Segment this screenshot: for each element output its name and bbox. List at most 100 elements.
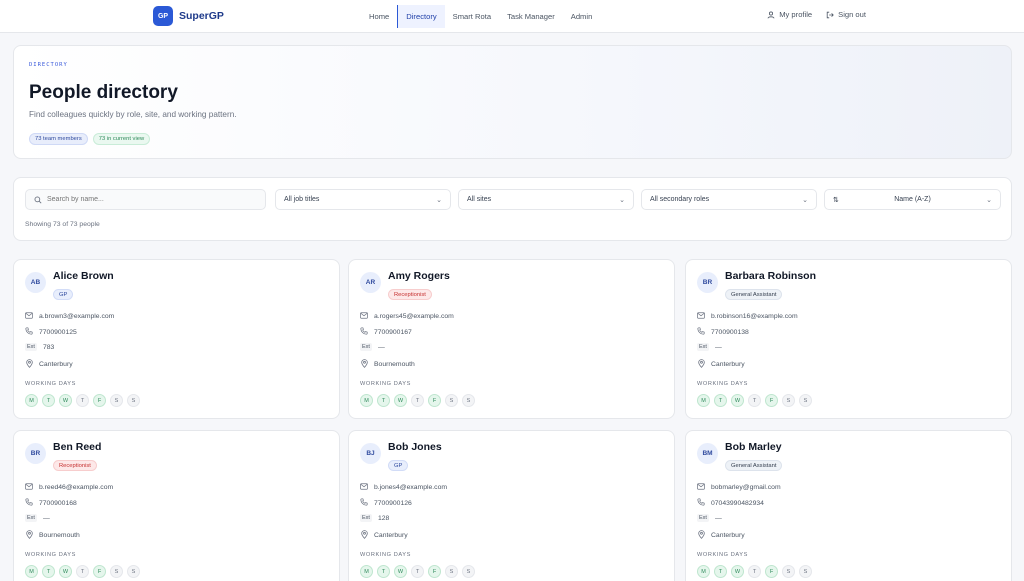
current-view-badge: 73 in current view [92,133,151,145]
avatar: BR [697,272,718,293]
phone-number[interactable]: 7700900125 [39,329,77,336]
person-name[interactable]: Alice Brown [53,270,114,282]
ext-label: Ext [25,343,37,351]
phone-number[interactable]: 7700900126 [374,500,412,507]
working-days-label: WORKING DAYS [25,552,76,558]
day-indicator: W [731,565,744,578]
day-indicator: T [76,394,89,407]
sort-select[interactable]: ⇅ Name (A-Z) ⌄ [824,189,1001,210]
site-row: Bournemouth [360,359,415,370]
working-days: MTWTFSS [360,394,475,407]
person-card[interactable]: BJ Bob Jones GP b.jones4@example.com 770… [348,430,675,581]
site-name: Canterbury [711,532,745,539]
search-box[interactable] [25,189,266,210]
ext-label: Ext [25,514,37,522]
working-days: MTWTFSS [25,394,140,407]
day-indicator: T [411,565,424,578]
brand[interactable]: GP SuperGP [153,6,224,26]
phone-number[interactable]: 7700900138 [711,329,749,336]
day-indicator: W [394,565,407,578]
site-row: Canterbury [697,530,745,541]
day-indicator: T [714,565,727,578]
day-indicator: T [377,394,390,407]
site-row: Canterbury [697,359,745,370]
nav-task-manager[interactable]: Task Manager [499,5,563,28]
role-badge: GP [388,460,409,471]
extension-row: Ext — [697,343,722,351]
person-name[interactable]: Ben Reed [53,441,101,453]
email-link[interactable]: bobmarley@gmail.com [711,484,781,491]
day-indicator: S [127,565,140,578]
phone-icon [360,498,368,508]
day-indicator: S [462,394,475,407]
phone-number[interactable]: 07043990482934 [711,500,764,507]
ext-label: Ext [697,343,709,351]
person-name[interactable]: Bob Jones [388,441,442,453]
role-badge: GP [53,289,74,300]
working-days-label: WORKING DAYS [360,381,411,387]
search-icon [34,196,42,204]
ext-label: Ext [697,514,709,522]
phone-icon [697,498,705,508]
nav-smart-rota[interactable]: Smart Rota [445,5,499,28]
day-indicator: T [748,394,761,407]
day-indicator: F [93,565,106,578]
site-row: Bournemouth [25,530,80,541]
secondary-role-select[interactable]: All secondary roles ⌄ [641,189,817,210]
job-title-select[interactable]: All job titles ⌄ [275,189,451,210]
day-indicator: F [765,394,778,407]
site-row: Canterbury [25,359,73,370]
ext-label: Ext [360,343,372,351]
site-name: Canterbury [374,532,408,539]
person-card[interactable]: BM Bob Marley General Assistant bobmarle… [685,430,1012,581]
chevron-down-icon: ⌄ [802,196,808,204]
day-indicator: M [697,394,710,407]
email-link[interactable]: b.reed46@example.com [39,484,113,491]
day-indicator: T [748,565,761,578]
sign-out-link[interactable]: Sign out [826,10,866,19]
person-name[interactable]: Barbara Robinson [725,270,816,282]
email-link[interactable]: b.robinson16@example.com [711,313,798,320]
mail-icon [697,312,705,321]
my-profile-link[interactable]: My profile [767,10,812,19]
nav-account: My profile Sign out [767,10,866,19]
avatar: AB [25,272,46,293]
search-input[interactable] [47,196,247,203]
phone-icon [25,498,33,508]
phone-row: 7700900138 [697,327,749,337]
person-name[interactable]: Bob Marley [725,441,782,453]
day-indicator: S [782,394,795,407]
extension-value: — [714,343,722,351]
site-name: Bournemouth [374,361,415,368]
email-link[interactable]: a.rogers45@example.com [374,313,454,320]
phone-icon [697,327,705,337]
person-card[interactable]: AB Alice Brown GP a.brown3@example.com 7… [13,259,340,419]
person-card[interactable]: BR Barbara Robinson General Assistant b.… [685,259,1012,419]
person-card[interactable]: BR Ben Reed Receptionist b.reed46@exampl… [13,430,340,581]
email-link[interactable]: a.brown3@example.com [39,313,114,320]
email-row: a.brown3@example.com [25,312,114,321]
person-card[interactable]: AR Amy Rogers Receptionist a.rogers45@ex… [348,259,675,419]
nav-home[interactable]: Home [361,5,397,28]
ext-label: Ext [360,514,372,522]
email-link[interactable]: b.jones4@example.com [374,484,447,491]
eyebrow: DIRECTORY [29,62,68,68]
day-indicator: F [93,394,106,407]
directory-header: DIRECTORY People directory Find colleagu… [13,45,1012,159]
location-pin-icon [360,359,368,370]
phone-row: 7700900168 [25,498,77,508]
nav-links: Home Directory Smart Rota Task Manager A… [361,5,600,28]
phone-number[interactable]: 7700900168 [39,500,77,507]
sort-value: Name (A-Z) [894,196,931,203]
nav-directory[interactable]: Directory [397,5,445,28]
nav-admin[interactable]: Admin [563,5,601,28]
day-indicator: S [127,394,140,407]
extension-row: Ext 783 [25,343,54,351]
site-select[interactable]: All sites ⌄ [458,189,634,210]
working-days: MTWTFSS [25,565,140,578]
person-name[interactable]: Amy Rogers [388,270,450,282]
site-name: Canterbury [711,361,745,368]
email-row: bobmarley@gmail.com [697,483,781,492]
phone-number[interactable]: 7700900167 [374,329,412,336]
team-members-badge: 73 team members [29,133,88,145]
